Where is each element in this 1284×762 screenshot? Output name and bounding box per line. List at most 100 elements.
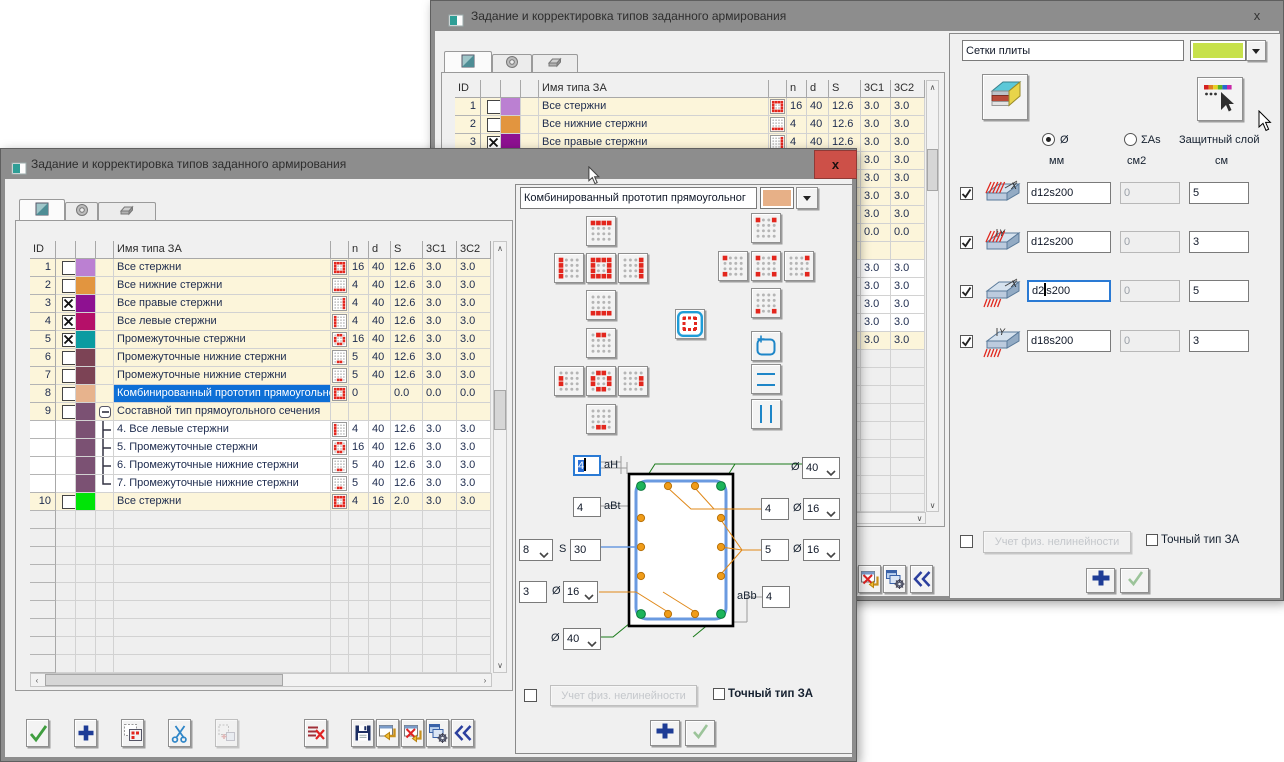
bottom-dia-select[interactable]: 40	[563, 628, 601, 650]
row-checkbox[interactable]	[62, 261, 76, 275]
collapse-button[interactable]	[451, 719, 474, 747]
scroll-down-icon[interactable]: ∨	[927, 499, 938, 511]
mesh-cover-input[interactable]: 5	[1189, 280, 1249, 302]
column-header[interactable]: n	[787, 80, 807, 98]
table-row[interactable]: 1Все стержни164012.63.03.0	[30, 259, 491, 277]
mesh-value-input[interactable]: d2s200	[1027, 280, 1111, 302]
scrollbar-thumb[interactable]	[927, 149, 938, 191]
table-row[interactable]	[30, 619, 491, 637]
prototype-name-input[interactable]: Комбинированный прототип прямоугольног	[520, 187, 757, 209]
table-row[interactable]: 5Промежуточные стержни164012.63.03.0	[30, 331, 491, 349]
row-checkbox[interactable]	[62, 387, 76, 401]
import-button[interactable]	[376, 719, 399, 747]
type-name-input[interactable]: Сетки плиты	[962, 40, 1184, 61]
table-row[interactable]: 1Все стержни164012.63.03.0	[455, 98, 925, 116]
diameter-radio[interactable]	[1042, 133, 1055, 146]
scroll-right-icon[interactable]: ›	[479, 674, 491, 686]
column-header[interactable]: Имя типа ЗА	[539, 80, 769, 98]
table-row[interactable]: 10Все стержни4162.03.03.0	[30, 493, 491, 511]
mesh-value-input[interactable]: d18s200	[1027, 330, 1111, 352]
add-type-button[interactable]	[1086, 568, 1115, 593]
mesh-checkbox[interactable]	[960, 187, 973, 200]
row-checkbox[interactable]	[62, 369, 76, 383]
titlebar[interactable]: Задание и корректировка типов заданного …	[1, 149, 856, 179]
scroll-right-icon[interactable]: ∨	[914, 513, 925, 523]
export-button[interactable]	[401, 719, 424, 747]
row-checkbox[interactable]	[62, 333, 76, 347]
table-row[interactable]	[30, 565, 491, 583]
proto-bottom-button[interactable]	[586, 290, 616, 320]
column-header[interactable]	[501, 80, 521, 98]
delete-rows-button[interactable]	[304, 719, 327, 747]
proto-right-button[interactable]	[618, 253, 648, 283]
proto-selected-button[interactable]	[675, 309, 705, 339]
add-button[interactable]	[74, 719, 97, 747]
table-row[interactable]: 3Все правые стержни44012.63.03.0	[30, 295, 491, 313]
mesh-cover-input[interactable]: 5	[1189, 182, 1249, 204]
mesh-area-input[interactable]: 0	[1120, 182, 1180, 204]
table-row[interactable]: 7Промежуточные нижние стержни54012.63.03…	[30, 367, 491, 385]
proto-corner-left-button[interactable]	[718, 251, 748, 281]
phys-nonlinearity-button[interactable]: Учет физ. нелинейности	[983, 531, 1131, 553]
table-row[interactable]	[30, 601, 491, 619]
mesh-cover-input[interactable]: 3	[1189, 330, 1249, 352]
proto-mid-top-button[interactable]	[586, 328, 616, 358]
column-header[interactable]	[96, 241, 114, 259]
aBb-input[interactable]: 4	[762, 586, 790, 608]
row-checkbox[interactable]	[62, 279, 76, 293]
table-row[interactable]: 6. Промежуточные нижние стержни54012.63.…	[30, 457, 491, 475]
phys-nonlinearity-button[interactable]: Учет физ. нелинейности	[550, 685, 697, 706]
vertical-scrollbar[interactable]: ∧ ∨	[493, 241, 507, 673]
cut-button[interactable]	[168, 719, 191, 747]
scroll-up-icon[interactable]: ∧	[494, 242, 506, 255]
table-row[interactable]: 6Промежуточные нижние стержни54012.63.03…	[30, 349, 491, 367]
mesh-value-input[interactable]: d12s200	[1027, 231, 1111, 253]
proto-corner-bottom-button[interactable]	[751, 288, 781, 318]
scroll-up-icon[interactable]: ∧	[927, 81, 938, 93]
mesh-checkbox[interactable]	[960, 236, 973, 249]
row-checkbox[interactable]	[62, 315, 76, 329]
row-checkbox[interactable]	[487, 100, 501, 114]
proto-mid-left-button[interactable]	[554, 366, 584, 396]
table-row[interactable]: 8Комбинированный прототип прямоугольног0…	[30, 385, 491, 403]
column-header[interactable]: d	[369, 241, 391, 259]
row-checkbox[interactable]	[62, 495, 76, 509]
proto-left-button[interactable]	[554, 253, 584, 283]
right-mid-count-input[interactable]: 5	[761, 539, 789, 561]
row-checkbox[interactable]	[62, 405, 76, 419]
mesh-value-input[interactable]: d12s200	[1027, 182, 1111, 204]
left-count-input[interactable]: 3	[519, 581, 547, 603]
mesh-checkbox[interactable]	[960, 335, 973, 348]
scroll-down-icon[interactable]: ∨	[494, 659, 506, 672]
color-swatch[interactable]	[1190, 40, 1246, 61]
proto-ring-button[interactable]	[586, 253, 616, 283]
confirm-button[interactable]	[685, 720, 715, 746]
table-row[interactable]: 4Все левые стержни44012.63.03.0	[30, 313, 491, 331]
paste-button[interactable]	[215, 719, 238, 747]
color-dropdown-button[interactable]	[1246, 40, 1266, 61]
column-header[interactable]: ID	[455, 80, 481, 98]
proto-mid-right-button[interactable]	[618, 366, 648, 396]
column-header[interactable]	[56, 241, 76, 259]
tab-round-section[interactable]	[65, 202, 98, 222]
column-header[interactable]: 3С1	[861, 80, 891, 98]
tab-plate-section[interactable]	[532, 54, 578, 74]
reinforcement-table[interactable]: IDИмя типа ЗАndS3С13С21Все стержни164012…	[30, 241, 491, 673]
save-button[interactable]	[351, 719, 374, 747]
tab-plate-section[interactable]	[98, 202, 156, 222]
pick-color-scale-button[interactable]	[1197, 77, 1243, 121]
table-row[interactable]	[30, 511, 491, 529]
column-header[interactable]: S	[391, 241, 423, 259]
side-count-select[interactable]: 8	[519, 539, 553, 561]
color-dropdown-button[interactable]	[796, 187, 818, 209]
phys-nonlinearity-checkbox[interactable]	[524, 689, 537, 702]
table-row[interactable]	[30, 583, 491, 601]
scrollbar-thumb[interactable]	[494, 390, 506, 430]
apply-button[interactable]	[26, 719, 49, 747]
right-top-dia-select[interactable]: 16	[803, 498, 840, 520]
export-button[interactable]	[858, 565, 881, 593]
mesh-area-input[interactable]: 0	[1120, 280, 1180, 302]
aH-input[interactable]: 4	[573, 455, 601, 476]
proto-top-button[interactable]	[586, 216, 616, 246]
scrollbar-thumb[interactable]	[45, 674, 283, 686]
